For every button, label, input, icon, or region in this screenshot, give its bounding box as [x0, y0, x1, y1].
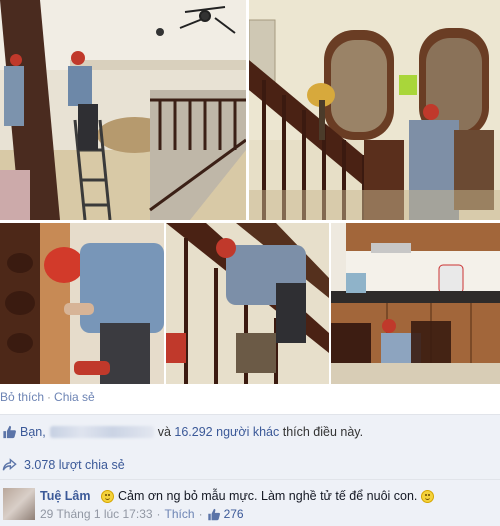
unlike-link[interactable]: Bỏ thích [0, 390, 44, 404]
comment-text: Cảm ơn ng bỏ mẫu mực. Làm nghề tử tế để … [118, 489, 418, 503]
share-arrow-icon [2, 458, 17, 471]
thumbs-up-icon [3, 425, 16, 439]
likes-suffix: thích điều này. [282, 425, 364, 439]
shares-count-link[interactable]: 3.078 lượt chia sẻ [24, 458, 125, 472]
comment-timestamp[interactable]: 29 Tháng 1 lúc 17:33 [40, 507, 153, 521]
likes-others-link[interactable]: 16.292 người khác [174, 425, 279, 439]
post-actions: Bỏ thích · Chia sẻ [0, 390, 95, 404]
photo-staircase-work[interactable] [166, 223, 329, 384]
comment-like-count-value: 276 [223, 507, 244, 521]
comment: Tuệ Lâm Cảm ơn ng bỏ mẫu mực. Làm nghề t… [0, 480, 500, 526]
share-link[interactable]: Chia sẻ [54, 390, 95, 404]
thumbs-up-icon [207, 508, 220, 520]
smiley-icon [421, 489, 435, 503]
comment-like-link[interactable]: Thích [165, 507, 195, 521]
photo-living-room[interactable] [249, 0, 500, 220]
photo-workers-ladder[interactable] [0, 0, 246, 220]
photo-kitchen[interactable] [331, 223, 500, 384]
meta-separator: · [198, 507, 203, 521]
commenter-avatar[interactable] [3, 488, 35, 520]
likes-summary: Bạn, và 16.292 người khác thích điều này… [0, 414, 500, 452]
smiley-icon [101, 489, 114, 503]
likes-connector: và [157, 425, 171, 439]
redacted-name [49, 426, 154, 438]
photo-collage [0, 0, 500, 384]
meta-separator: · [156, 507, 161, 521]
shares-summary: 3.078 lượt chia sẻ [0, 451, 500, 480]
likes-you[interactable]: Bạn, [20, 425, 46, 439]
action-separator: · [47, 390, 52, 404]
facebook-post: Bỏ thích · Chia sẻ Bạn, và 16.292 người kh… [0, 0, 500, 526]
photo-polishing-closeup[interactable] [0, 223, 164, 384]
comment-author[interactable]: Tuệ Lâm [40, 489, 90, 503]
comment-like-count[interactable]: 276 [207, 507, 244, 521]
